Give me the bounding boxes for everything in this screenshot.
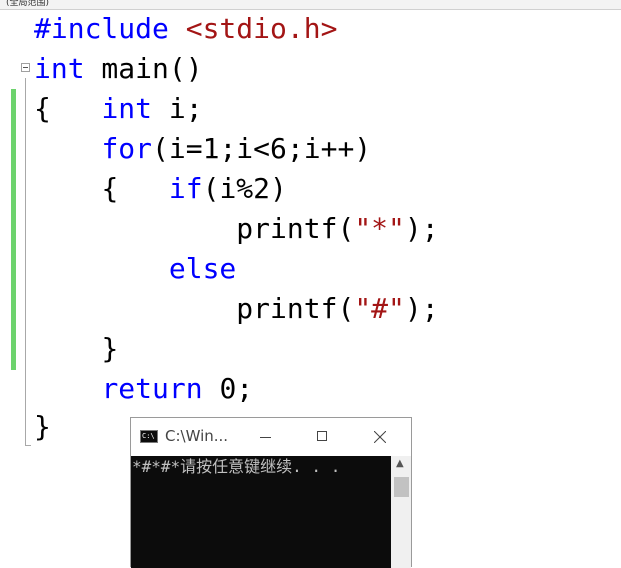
code-line-7[interactable]: else [34,249,236,289]
brace: } [34,410,51,443]
code-text: (i%2) [202,172,287,205]
code-text: 0; [202,372,254,405]
minimize-button[interactable] [251,423,281,451]
change-tracking-bar [11,89,16,370]
code-line-3[interactable]: { int i; [34,89,203,129]
scroll-up-icon[interactable]: ▲ [396,459,406,469]
console-window[interactable]: C:\ C:\Win... *#*#*请按任意键继续. . . ▲ [130,417,412,568]
maximize-button[interactable] [307,423,337,451]
brace: { [34,92,51,125]
code-line-6[interactable]: printf("*"); [34,209,439,249]
code-text: i; [152,92,203,125]
string-literal: "*" [354,212,405,245]
brace: } [101,332,119,365]
keyword: int [101,92,153,125]
keyword: return [101,372,203,405]
code-line-2[interactable]: int main() [34,49,203,89]
code-text: (i=1;i<6;i++) [152,132,372,165]
cmd-icon: C:\ [140,430,158,443]
console-output-area[interactable]: *#*#*请按任意键继续. . . [131,456,391,568]
console-title: C:\Win... [165,427,229,445]
fold-guide-line [25,78,26,446]
brace: { [101,172,119,205]
preprocessor-directive: #include [34,12,169,45]
code-line-5[interactable]: { if(i%2) [34,169,287,209]
code-text: main() [84,52,203,85]
keyword: if [168,172,203,205]
scroll-thumb[interactable] [394,477,409,497]
console-output: *#*#*请按任意键继续. . . [132,457,341,476]
console-scrollbar[interactable]: ▲ [391,456,411,568]
string-literal: "#" [354,292,405,325]
function-call: printf( [236,292,355,325]
console-title-bar[interactable]: C:\ C:\Win... [131,418,411,456]
code-line-1[interactable]: #include <stdio.h> [34,9,337,49]
scope-label: (全局范围) [6,0,50,8]
keyword: else [168,252,237,285]
code-line-4[interactable]: for(i=1;i<6;i++) [34,129,371,169]
code-line-9[interactable]: } [34,329,118,369]
code-text: ); [404,292,439,325]
header-name: <stdio.h> [185,12,338,45]
function-call: printf( [236,212,355,245]
code-line-10[interactable]: return 0; [34,369,253,409]
fold-guide-end [25,445,31,446]
close-button[interactable] [365,423,395,451]
code-line-11[interactable]: } [34,407,51,447]
keyword: for [101,132,153,165]
code-line-8[interactable]: printf("#"); [34,289,439,329]
code-text: ); [404,212,439,245]
fold-collapse-icon[interactable] [21,63,30,72]
keyword: int [34,52,85,85]
close-icon [374,431,386,443]
